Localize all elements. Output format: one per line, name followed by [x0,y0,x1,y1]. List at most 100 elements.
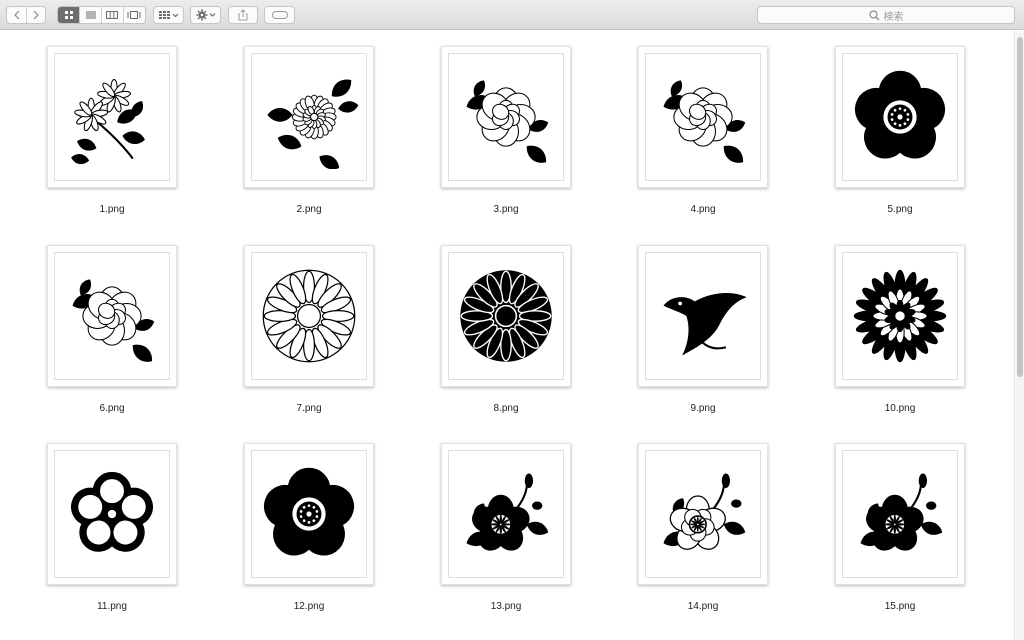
arrange-grid-icon [158,11,178,19]
file-item[interactable]: 8.png [441,245,571,425]
file-item[interactable]: 1.png [47,46,177,226]
file-thumbnail[interactable] [47,443,177,585]
thumbnail-frame [448,53,564,181]
file-name-label[interactable]: 13.png [441,601,571,612]
file-thumbnail[interactable] [244,245,374,387]
file-name-label[interactable]: 4.png [638,204,768,215]
file-item[interactable]: 9.png [638,245,768,425]
chrysanthemum-crest-solid-icon [460,270,552,362]
column-view-button[interactable] [102,7,124,23]
file-name-label[interactable]: 9.png [638,403,768,414]
file-name-label[interactable]: 8.png [441,403,571,414]
file-name-label[interactable]: 3.png [441,204,571,215]
file-name-label[interactable]: 5.png [835,204,965,215]
vertical-scrollbar[interactable] [1014,31,1024,640]
thumbnail-frame [448,252,564,380]
bird-crest-icon [663,293,747,356]
thumbnail-frame [645,450,761,578]
scrollbar-thumb[interactable] [1017,37,1023,377]
chrysanthemum-crest-outline-icon [262,269,356,363]
search-icon [868,9,879,20]
cherry-blossom-branch-solid-icon [860,473,943,551]
file-thumbnail[interactable] [244,443,374,585]
chrysanthemum-layered-icon [853,269,947,363]
thumbnail-frame [448,450,564,578]
file-name-label[interactable]: 1.png [47,204,177,215]
file-item[interactable]: 15.png [835,443,965,623]
file-item[interactable]: 5.png [835,46,965,226]
forward-button[interactable] [27,7,45,23]
file-item[interactable]: 7.png [244,245,374,425]
cherry-blossom-branch-solid-icon [466,473,549,551]
peony-outline-icon [466,80,549,163]
file-item[interactable]: 10.png [835,245,965,425]
thumbnail-frame [54,252,170,380]
file-item[interactable]: 4.png [638,46,768,226]
peony-outline-icon [663,80,746,163]
thumbnail-frame [842,450,958,578]
file-thumbnail[interactable] [47,245,177,387]
thumbnail-frame [842,53,958,181]
thumbnail-frame [54,53,170,181]
share-icon [238,9,248,21]
file-thumbnail[interactable] [441,46,571,188]
cherry-blossom-branch-outline-icon [663,473,746,550]
file-item[interactable]: 3.png [441,46,571,226]
thumbnail-frame [54,450,170,578]
file-item[interactable]: 14.png [638,443,768,623]
arrange-menu-button[interactable] [153,6,184,24]
list-view-button[interactable] [80,7,102,23]
icon-view-button[interactable] [58,7,81,23]
view-mode-segmented-control [57,6,146,24]
tag-icon [271,11,288,19]
file-thumbnail[interactable] [638,245,768,387]
navigation-buttons [6,6,46,24]
thumbnail-frame [251,252,367,380]
search-placeholder: 検索 [883,11,904,23]
chevron-left-icon [13,10,19,20]
file-thumbnail[interactable] [244,46,374,188]
file-item[interactable]: 2.png [244,46,374,226]
file-thumbnail[interactable] [441,245,571,387]
file-item[interactable]: 6.png [47,245,177,425]
file-name-label[interactable]: 6.png [47,403,177,414]
file-thumbnail[interactable] [47,46,177,188]
file-name-label[interactable]: 2.png [244,204,374,215]
file-icon-grid: 1.png 2.png 3.png 4.png 5.png 6.png 7.pn… [0,31,1014,640]
chrysanthemum-leaves-icon [267,79,359,169]
file-item[interactable]: 11.png [47,443,177,623]
thumbnail-frame [842,252,958,380]
columns-icon [106,11,119,19]
file-name-label[interactable]: 10.png [835,403,965,414]
file-thumbnail[interactable] [638,443,768,585]
gear-icon [196,9,215,21]
tag-button[interactable] [264,6,295,24]
action-menu-button[interactable] [190,6,221,24]
file-name-label[interactable]: 14.png [638,601,768,612]
file-thumbnail[interactable] [638,46,768,188]
peony-outline-icon [72,279,155,362]
file-thumbnail[interactable] [835,245,965,387]
chrysanthemum-sprig-icon [71,79,145,165]
file-thumbnail[interactable] [441,443,571,585]
file-thumbnail[interactable] [835,443,965,585]
file-thumbnail[interactable] [835,46,965,188]
thumbnail-frame [251,450,367,578]
thumbnail-frame [645,252,761,380]
thumbnail-frame [645,53,761,181]
file-item[interactable]: 12.png [244,443,374,623]
gallery-view-button[interactable] [124,7,145,23]
share-button[interactable] [228,6,258,24]
file-name-label[interactable]: 12.png [244,601,374,612]
search-field[interactable]: 検索 [757,6,1015,24]
file-name-label[interactable]: 11.png [47,601,177,612]
thumbnail-frame [251,53,367,181]
grid-icon [64,11,73,19]
plum-blossom-solid-icon [263,467,355,556]
file-item[interactable]: 13.png [441,443,571,623]
back-button[interactable] [7,7,27,23]
file-name-label[interactable]: 7.png [244,403,374,414]
list-icon [85,11,96,19]
file-name-label[interactable]: 15.png [835,601,965,612]
finder-toolbar: 検索 [0,0,1024,30]
